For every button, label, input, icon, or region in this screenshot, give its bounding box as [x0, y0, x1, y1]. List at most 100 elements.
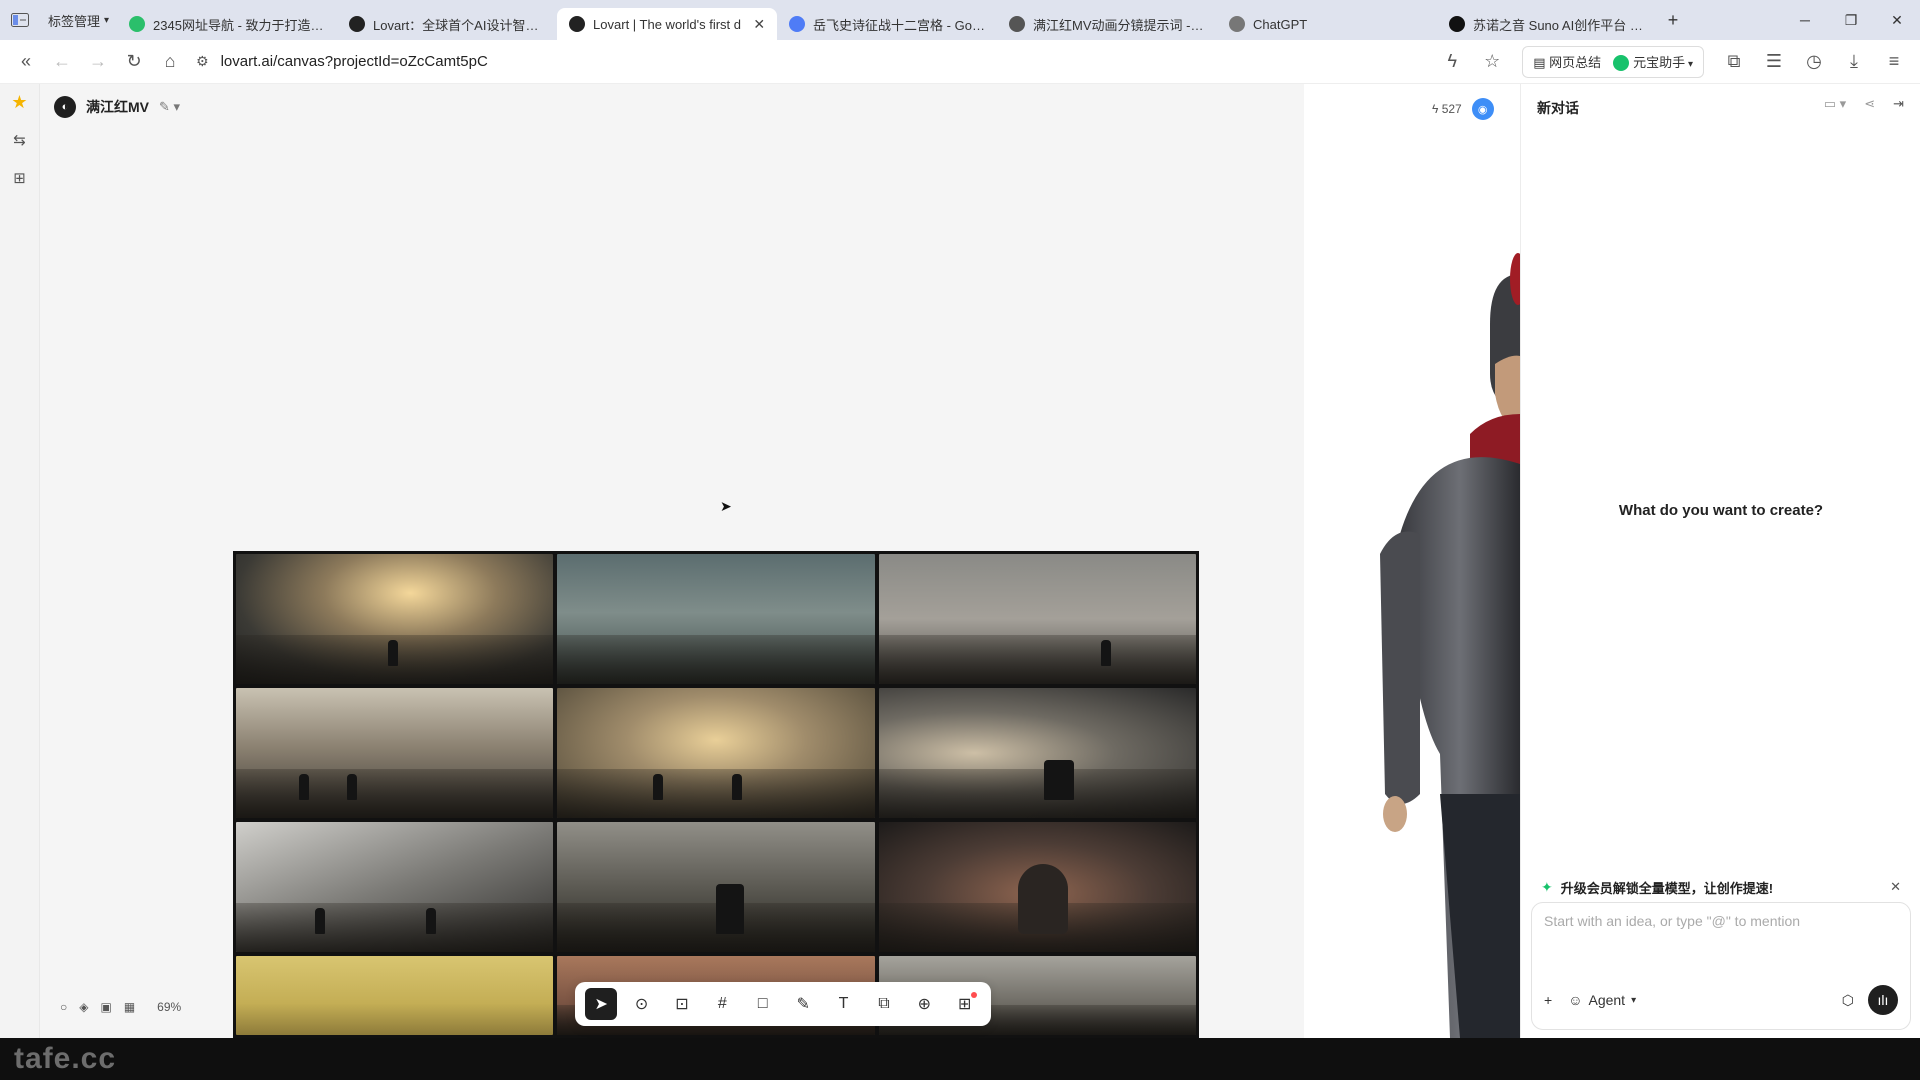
watermark-text: tafe.cc: [14, 1042, 117, 1075]
address-bar-actions: ϟ ☆ ▤ 网页总结 元宝助手 ▾ ⧉ ☰ ◷ ⤓ ≡: [1434, 45, 1912, 78]
address-bar: « ← → ↻ ⌂ ⚙ lovart.ai/canvas?projectId=o…: [0, 40, 1920, 84]
history-panel-icon[interactable]: ▭ ▾: [1824, 96, 1846, 112]
add-panel-icon[interactable]: ⊞: [8, 166, 32, 190]
project-options-button[interactable]: ✎ ▾: [159, 99, 180, 115]
share-icon[interactable]: ⋖: [1864, 96, 1875, 112]
browser-tab[interactable]: ChatGPT: [1217, 8, 1437, 40]
tab-title: Lovart：全球首个AI设计智能体: [373, 17, 546, 33]
lightning-icon: ϟ: [1432, 102, 1439, 116]
credits-value: 527: [1441, 102, 1462, 116]
back-button[interactable]: ←: [44, 46, 80, 78]
tab-close-icon[interactable]: ✕: [753, 16, 765, 33]
tab-favicon-icon: [1009, 16, 1026, 32]
tab-title: ChatGPT: [1253, 16, 1308, 32]
zoom-level[interactable]: 69%: [157, 1000, 181, 1014]
browser-tab-strip: 标签管理 ▾ 2345网址导航 - 致力于打造百年 Lovart：全球首个AI设计…: [0, 0, 1920, 40]
audio-wave-icon: ılı: [1877, 992, 1889, 1008]
canvas-toolbar: ➤ ⊙ ⊡ # □ ✎ T ⧉ ⊕ ⊞: [575, 982, 991, 1026]
bookmark-star-icon[interactable]: ☆: [1474, 46, 1510, 78]
circle-icon[interactable]: ○: [60, 1000, 67, 1014]
attach-plus-button[interactable]: +: [1544, 992, 1552, 1008]
browser-tab[interactable]: 满江红MV动画分镜提示词 - 豆包: [997, 8, 1217, 40]
menu-icon[interactable]: ≡: [1876, 46, 1912, 78]
collapse-panel-icon[interactable]: ⇥: [1893, 96, 1904, 112]
notification-dot: [970, 992, 977, 998]
layers-icon[interactable]: ◈: [79, 1000, 88, 1014]
restore-button[interactable]: ❐: [1828, 0, 1874, 40]
chat-input-toolbar: + ☺ Agent ▾ ⬡ ılı: [1544, 985, 1898, 1015]
voice-send-button[interactable]: ılı: [1868, 985, 1898, 1015]
home-icon: ⌂: [164, 51, 176, 71]
pen-tool[interactable]: ✎: [787, 988, 819, 1020]
video-generator-tool[interactable]: ⊕: [908, 988, 940, 1020]
agent-icon: ☺: [1568, 992, 1583, 1008]
user-avatar[interactable]: ◉: [1471, 98, 1494, 120]
gallery-icon[interactable]: ▦: [124, 1000, 135, 1014]
storyboard-grid-image[interactable]: [233, 551, 1199, 1038]
document-icon: ▤: [1533, 55, 1550, 70]
mouse-cursor-icon: ➤: [720, 498, 732, 514]
tab-actions-menu-icon[interactable]: [0, 0, 40, 40]
ai-tool[interactable]: ⊞: [949, 988, 981, 1020]
url-field[interactable]: ⚙ lovart.ai/canvas?projectId=oZcCamt5pC: [196, 53, 1434, 70]
close-icon[interactable]: ✕: [1890, 879, 1901, 895]
storyboard-frame: [236, 688, 554, 818]
lightning-icon[interactable]: ϟ: [1434, 46, 1470, 78]
tab-favicon-icon: [1229, 16, 1246, 32]
cube-icon[interactable]: ⬡: [1842, 992, 1854, 1009]
assistant-button[interactable]: 元宝助手 ▾: [1613, 52, 1693, 72]
tab-title: 岳飞史诗征战十二宫格 - Google: [813, 17, 986, 33]
storyboard-frame: [878, 822, 1196, 952]
site-settings-icon[interactable]: ⚙: [196, 53, 209, 70]
close-window-button[interactable]: ✕: [1874, 0, 1920, 40]
tab-favicon-icon: [789, 16, 806, 32]
upload-image-tool[interactable]: ⊡: [666, 988, 698, 1020]
sidebar-toggle-button[interactable]: «: [8, 46, 44, 78]
download-icon[interactable]: ⤓: [1836, 46, 1872, 78]
project-header: ◐ 满江红MV ✎ ▾: [54, 96, 180, 118]
storyboard-frame: [878, 688, 1196, 818]
page-summary-label: 网页总结: [1549, 55, 1602, 70]
mark-tool[interactable]: ⊙: [626, 988, 658, 1020]
extensions-icon[interactable]: ⧉: [1716, 46, 1752, 78]
upgrade-promo-banner[interactable]: ✦ 升级会员解锁全量模型，让创作提速! ✕: [1531, 872, 1911, 902]
shape-tool[interactable]: □: [747, 988, 779, 1020]
ai-sparkle-icon: ⊞: [958, 996, 972, 1013]
design-canvas[interactable]: ◐ 满江红MV ✎ ▾ ϟ 527 ◉ ➤ ○ ◈ ▣ ▦ 69% ➤ ⊙ ⊡ …: [40, 84, 1520, 1038]
credits-count[interactable]: ϟ 527: [1432, 102, 1462, 116]
minimize-button[interactable]: ─: [1782, 0, 1828, 40]
reading-list-icon[interactable]: ☰: [1756, 46, 1792, 78]
history-icon[interactable]: ◷: [1796, 46, 1832, 78]
double-chevron-left-icon: «: [20, 51, 31, 71]
reload-button[interactable]: ↻: [116, 46, 152, 78]
edit-icon: ✎: [159, 99, 170, 114]
image-history-icon[interactable]: ▣: [100, 1000, 111, 1014]
browser-tab[interactable]: 2345网址导航 - 致力于打造百年: [117, 8, 337, 40]
browser-tab[interactable]: 苏诺之音 Suno AI创作平台 - 轻: [1437, 8, 1657, 40]
forward-button[interactable]: →: [80, 46, 116, 78]
swap-icon[interactable]: ⇆: [8, 128, 32, 152]
url-text: lovart.ai/canvas?projectId=oZcCamt5pC: [220, 53, 488, 70]
browser-tab[interactable]: 岳飞史诗征战十二宫格 - Google: [777, 8, 997, 40]
project-name[interactable]: 满江红MV: [86, 97, 149, 117]
chevron-down-icon: ▾: [173, 99, 181, 114]
new-tab-button[interactable]: +: [1657, 4, 1689, 36]
tab-group-manager[interactable]: 标签管理 ▾: [40, 0, 117, 40]
browser-tab[interactable]: Lovart：全球首个AI设计智能体: [337, 8, 557, 40]
select-tool[interactable]: ➤: [585, 988, 618, 1020]
warrior-character-image[interactable]: [1340, 234, 1520, 1038]
page-summary-button[interactable]: ▤ 网页总结: [1533, 52, 1601, 71]
arrow-right-icon: →: [89, 51, 107, 71]
browser-tab[interactable]: Lovart | The world's first d ✕: [557, 8, 778, 40]
frame-tool[interactable]: #: [706, 988, 738, 1020]
favorites-star-icon[interactable]: ★: [8, 90, 32, 114]
text-tool[interactable]: T: [828, 988, 860, 1020]
agent-mode-select[interactable]: ☺ Agent ▾: [1568, 992, 1636, 1008]
hash-icon: #: [717, 995, 727, 1012]
lovart-logo-icon[interactable]: ◐: [54, 96, 76, 118]
storyboard-frame: [557, 822, 875, 952]
chat-input[interactable]: [1544, 913, 1898, 963]
assistant-logo-icon: [1613, 55, 1630, 72]
image-generator-tool[interactable]: ⧉: [868, 988, 900, 1020]
home-button[interactable]: ⌂: [152, 46, 188, 78]
